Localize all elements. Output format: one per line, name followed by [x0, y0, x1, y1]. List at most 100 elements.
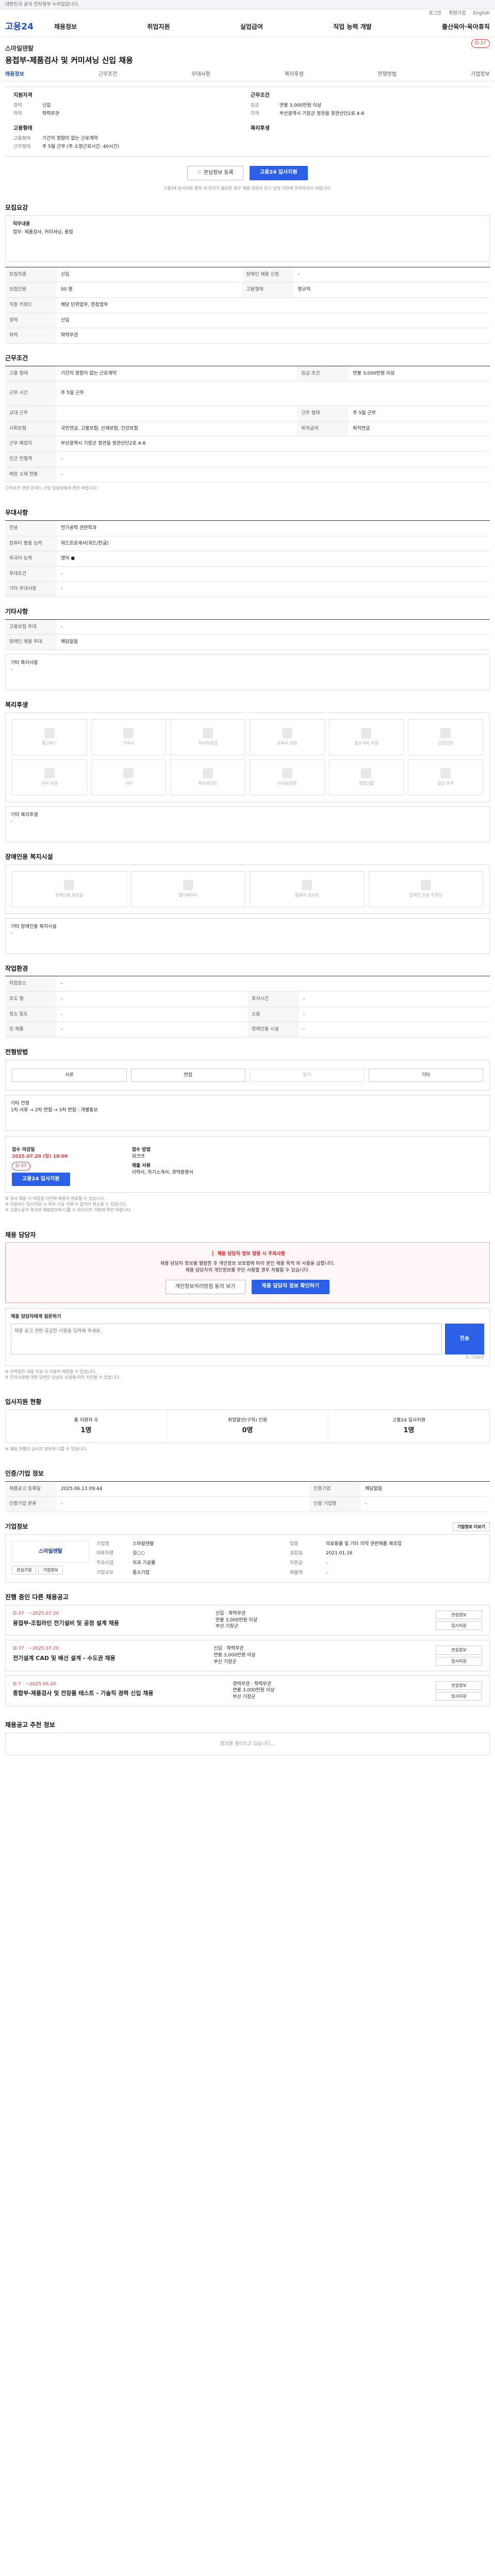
method-written: 필기 — [250, 1068, 365, 1082]
etc-detail-box: 기타 특이사항 - — [5, 654, 490, 691]
health-icon — [440, 728, 451, 739]
tab-welfare[interactable]: 복리후생 — [285, 71, 304, 78]
view-contact-button[interactable]: 채용 담당자 정보 확인하기 — [251, 1280, 330, 1295]
language-link[interactable]: English — [473, 10, 490, 16]
gov-notice-bar: 대한민국 공식 전자정부 누리집입니다. — [0, 0, 495, 9]
job-item-title[interactable]: 용접부-조립라인 전기설비 및 공정 설계 채용 — [13, 1619, 119, 1627]
recruit-table: 모집직종 신입 장애인 채용 신청 - 모집인원 00 명 고용형태 정규직 직종 키워드 해… — [5, 266, 490, 344]
period-row: 접수 마감일 2025.07.20 (일) 18:00 D-37 고용24 입사… — [12, 1147, 483, 1186]
book-icon — [282, 728, 292, 739]
job-fav-button[interactable]: 관심정보 — [436, 1646, 482, 1655]
dday-badge: D-37 — [471, 39, 490, 48]
job-fav-button[interactable]: 관심정보 — [436, 1681, 482, 1690]
job-fav-button[interactable]: 관심정보 — [436, 1611, 482, 1620]
value: 정규직 — [293, 282, 490, 298]
section-title: 기타사항 — [5, 608, 28, 616]
gnb-item[interactable]: 취업지원 — [147, 23, 170, 31]
value: 주 5일 근무 — [349, 405, 490, 421]
char-count: 0 / 500자 — [466, 1354, 484, 1360]
job-list-item[interactable]: D-7 · ~2025.06.20 종합부-제품검사 및 전장품 테스트 - 기… — [5, 1675, 490, 1707]
table-row: 전공 전기공학 관련학과 — [5, 520, 490, 536]
job-main: D-7 · ~2025.06.20 종합부-제품검사 및 전장품 테스트 - 기… — [13, 1681, 154, 1701]
company-card: 스마일덴탈 관심기업 기업정보 기업명 스마일덴탈 업종 의료용품 및 기타 의약 관… — [5, 1534, 490, 1583]
table-row: 우대조건 - — [5, 566, 490, 582]
apply-button[interactable]: 고용24 입사지원 — [249, 165, 308, 180]
table-row: 컴퓨터 활용 능력 워드프로세서(워드/한글) — [5, 536, 490, 552]
job-meta-d: 부산 기장군 — [215, 1624, 239, 1630]
company-logo: 스마일덴탈 — [12, 1540, 89, 1563]
disability-label: 엘리베이터 — [178, 893, 198, 898]
label: 조도 형 — [5, 991, 57, 1007]
favorite-company-button[interactable]: 관심기업 — [12, 1565, 37, 1575]
tab-recruit[interactable]: 채용정보 — [5, 71, 24, 78]
label: 근무 형태 — [297, 405, 349, 421]
tab-company[interactable]: 기업정보 — [471, 71, 490, 78]
value: - — [299, 1022, 490, 1038]
tab-method[interactable]: 전형방법 — [378, 71, 397, 78]
label: 대표자명 — [96, 1551, 114, 1556]
section-title: 진행 중인 다른 채용공고 — [5, 1594, 69, 1601]
meal-icon — [44, 768, 55, 779]
job-apply-button[interactable]: 입사지원 — [436, 1691, 482, 1701]
login-link[interactable]: 로그인 — [429, 10, 442, 16]
disability-item: 휠체어 경사로 — [250, 871, 365, 907]
label: 근무 시간 — [5, 381, 57, 406]
favorite-button[interactable]: ♡ 관심정보 등록 — [187, 165, 243, 180]
job-item-title[interactable]: 전기설계 CAD 및 배선 설계 - 수도권 채용 — [13, 1654, 116, 1662]
section-title: 입사지원 현황 — [5, 1398, 42, 1406]
period-notes: ※ 상시 채용 시 마감일 이전에 채용이 완료될 수 있습니다. ※ 지원자는… — [5, 1196, 490, 1213]
label: 경력 — [13, 103, 22, 108]
welfare-item: 기숙사 — [91, 719, 167, 755]
section-title: 전형방법 — [5, 1048, 28, 1056]
company-more-link[interactable]: 기업정보 더보기 — [452, 1522, 490, 1532]
content-text: 업무: 제품검사, 커미셔닝, 용접 — [13, 230, 73, 235]
summary-heading: 근무조건 — [251, 92, 270, 98]
job-side: 관심정보 입사지원 — [415, 1681, 482, 1701]
section-title: 복리후생 — [5, 701, 28, 709]
job-apply-button[interactable]: 입사지원 — [436, 1656, 482, 1666]
method-etc: 기타 — [368, 1068, 483, 1082]
gnb-item[interactable]: 출산육아·육아휴직 — [442, 23, 490, 31]
job-meta-b: 학력무관 — [254, 1681, 272, 1687]
table-row: 청소 밀도 - 소음 - — [5, 1007, 490, 1023]
job-list-item[interactable]: D-37 · ~2025.07.20 용접부-조립라인 전기설비 및 공정 설계… — [5, 1605, 490, 1636]
value: 해당 단위업무, 현장업무 — [57, 297, 490, 313]
summary-row: 임금 연봉 3,000만원 이상 — [251, 101, 482, 110]
value: - — [293, 267, 490, 283]
job-main: D-37 · ~2025.07.20 용접부-조립라인 전기설비 및 공정 설계… — [13, 1611, 119, 1630]
tab-pref[interactable]: 우대사항 — [191, 71, 210, 78]
label: 고용보험 우대 — [5, 619, 57, 635]
label: 임금 — [251, 103, 259, 108]
welfare-label: 설날·추석 — [437, 781, 454, 786]
table-row: 진 제품 - 장애인용 시설 - — [5, 1022, 490, 1038]
job-dday: D-7 · ~2025.06.20 — [13, 1681, 56, 1687]
value: - — [57, 619, 490, 635]
job-content-box: 직무내용 업무: 제품검사, 커미셔닝, 용접 — [5, 215, 490, 262]
method-document: 서류 — [12, 1068, 127, 1082]
privacy-button[interactable]: 개인정보처리방침 동의 보기 — [165, 1280, 245, 1295]
join-link[interactable]: 회원가입 — [449, 10, 466, 16]
gnb-item[interactable]: 직업 능력 개발 — [333, 23, 372, 31]
value: 신입 — [57, 313, 490, 329]
job-apply-button[interactable]: 입사지원 — [436, 1621, 482, 1631]
job-meta-c: 연봉 3,000만원 이상 — [215, 1617, 258, 1623]
label: 청소 밀도 — [5, 1007, 57, 1023]
method-label: 접수 방법 — [131, 1147, 151, 1153]
gnb-item[interactable]: 채용정보 — [54, 23, 77, 31]
job-list-item[interactable]: D-37 · ~2025.07.20 전기설계 CAD 및 배선 설계 - 수도… — [5, 1640, 490, 1671]
note-line: ※ 지원자는 입사지원 시 허위 사실 기재 시 합격이 취소될 수 있습니다. — [5, 1202, 127, 1207]
job-item-title[interactable]: 종합부-제품검사 및 전장품 테스트 - 기술직 경력 신입 채용 — [13, 1689, 154, 1697]
method-interview: 면접 — [130, 1068, 245, 1082]
tab-work[interactable]: 근무조건 — [98, 71, 118, 78]
work-section: 근무조건 고용 형태 기간의 정함이 없는 근로계약 임금 조건 연봉 3,000만원… — [0, 349, 495, 504]
send-button[interactable]: 전송 — [445, 1323, 484, 1354]
job-meta-a: 신입 — [215, 1611, 224, 1616]
table-row: 고용보험 우대 - — [5, 619, 490, 635]
summary-note: 고용24 입사지원 절차 내 문의가 필요한 경우 채용 담당자 또는 담당 기… — [163, 185, 332, 191]
question-input[interactable] — [11, 1323, 442, 1354]
period-box: 접수 마감일 2025.07.20 (일) 18:00 D-37 고용24 입사… — [5, 1136, 490, 1193]
company-info-button[interactable]: 기업정보 — [38, 1565, 63, 1575]
site-logo[interactable]: 고용24 — [5, 21, 34, 33]
apply-button-2[interactable]: 고용24 입사지원 — [12, 1172, 70, 1186]
gnb-item[interactable]: 실업급여 — [240, 23, 263, 31]
